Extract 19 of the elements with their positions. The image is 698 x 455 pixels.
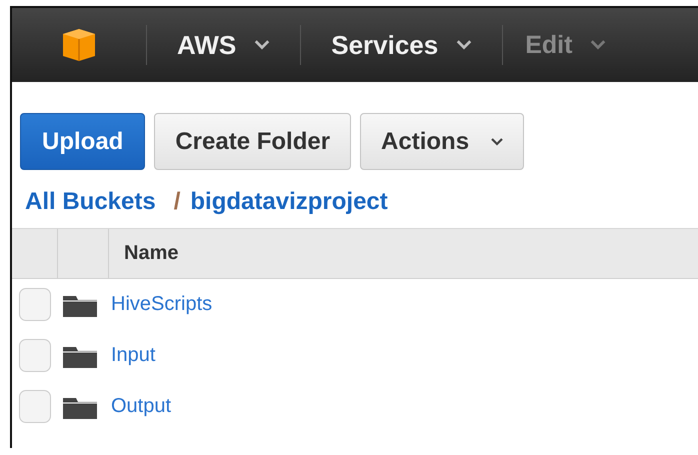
- row-checkbox[interactable]: [19, 390, 51, 423]
- folder-link[interactable]: Input: [111, 344, 156, 367]
- caret-icon: [254, 40, 270, 50]
- caret-icon: [590, 40, 606, 50]
- caret-icon: [456, 40, 472, 50]
- create-folder-button[interactable]: Create Folder: [154, 113, 352, 170]
- breadcrumb-link[interactable]: All Buckets: [25, 188, 156, 216]
- upload-button[interactable]: Upload: [20, 113, 146, 170]
- row-checkbox[interactable]: [19, 288, 51, 321]
- column-header[interactable]: Name: [109, 242, 178, 265]
- nav-menu[interactable]: Services: [301, 25, 504, 65]
- row-checkbox[interactable]: [19, 339, 51, 372]
- folder-link[interactable]: Output: [111, 395, 172, 418]
- actions-dropdown[interactable]: Actions: [360, 113, 524, 170]
- breadcrumb-link[interactable]: bigdatavizproject: [190, 188, 388, 216]
- nav-menu[interactable]: AWS: [147, 25, 302, 65]
- caret-icon: [491, 138, 504, 146]
- folder-link[interactable]: HiveScripts: [111, 293, 212, 316]
- breadcrumb-separator: /: [174, 188, 180, 216]
